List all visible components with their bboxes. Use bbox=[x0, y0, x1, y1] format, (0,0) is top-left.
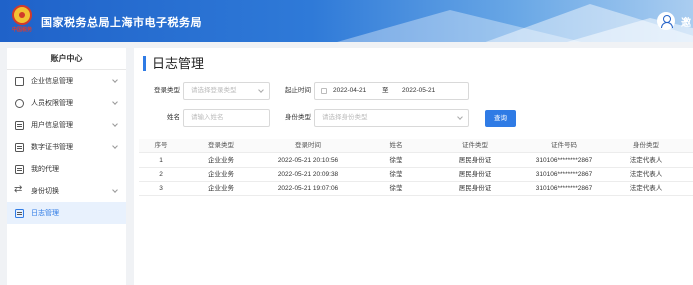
sidebar-item-certificates[interactable]: 数字证书管理 bbox=[7, 136, 126, 158]
calendar-icon bbox=[321, 88, 327, 94]
sidebar-item-label: 企业信息管理 bbox=[31, 78, 73, 85]
sidebar: 账户中心 企业信息管理 人员权限管理 用户信息管理 数字证书管理 我的代理 身份… bbox=[7, 48, 126, 285]
table-cell: 徐莹 bbox=[389, 157, 403, 164]
logo-text: 中国税务 bbox=[11, 27, 32, 33]
identity-type-select[interactable]: 请选择身份类型 bbox=[314, 109, 469, 127]
table-cell: 2022-05-21 20:09:38 bbox=[277, 171, 339, 178]
login-type-placeholder: 请选择登录类型 bbox=[191, 87, 237, 94]
identity-type-label: 身份类型 bbox=[285, 114, 311, 121]
login-type-select[interactable]: 请选择登录类型 bbox=[183, 82, 270, 100]
user-name[interactable]: 邀 bbox=[681, 14, 691, 29]
table-cell: 法定代表人 bbox=[629, 157, 663, 164]
chevron-down-icon bbox=[258, 87, 264, 93]
table-cell: 3 bbox=[159, 185, 163, 192]
tax-emblem-logo: 中国税务 bbox=[9, 5, 35, 33]
login-type-label: 登录类型 bbox=[154, 87, 180, 94]
table-cell: 2022-05-21 19:07:06 bbox=[277, 185, 339, 192]
time-range-label: 起止时间 bbox=[285, 87, 311, 94]
certificate-icon bbox=[15, 142, 24, 152]
table-cell: 居民身份证 bbox=[458, 185, 492, 192]
table-cell: 法定代表人 bbox=[629, 171, 663, 178]
building-icon bbox=[15, 76, 24, 86]
name-placeholder: 请输入姓名 bbox=[191, 114, 224, 121]
sidebar-item-user-info[interactable]: 用户信息管理 bbox=[7, 114, 126, 136]
column-header: 序号 bbox=[154, 142, 168, 149]
chevron-down-icon bbox=[457, 114, 463, 120]
column-header: 证件类型 bbox=[462, 142, 488, 149]
table-cell: 310106********2867 bbox=[535, 171, 593, 178]
query-button[interactable]: 查询 bbox=[485, 110, 516, 127]
switch-icon bbox=[14, 184, 24, 196]
table-cell: 居民身份证 bbox=[458, 171, 492, 178]
main-panel: 日志管理 登录类型 请选择登录类型 起止时间 2022-04-21 至 2022… bbox=[134, 48, 693, 285]
column-header: 登录时间 bbox=[295, 142, 321, 149]
table-cell: 法定代表人 bbox=[629, 185, 663, 192]
sidebar-item-enterprise-info[interactable]: 企业信息管理 bbox=[7, 70, 126, 92]
name-input[interactable]: 请输入姓名 bbox=[183, 109, 270, 127]
table-row[interactable]: 1 企业业务 2022-05-21 20:10:56 徐莹 居民身份证 3101… bbox=[139, 154, 693, 168]
sidebar-item-label: 数字证书管理 bbox=[31, 144, 73, 151]
table-cell: 1 bbox=[159, 157, 163, 164]
date-range-picker[interactable]: 2022-04-21 至 2022-05-21 bbox=[314, 82, 469, 100]
table-cell: 310106********2867 bbox=[535, 185, 593, 192]
log-icon bbox=[15, 208, 24, 218]
chevron-down-icon bbox=[112, 77, 118, 83]
table-row[interactable]: 3 企业业务 2022-05-21 19:07:06 徐莹 居民身份证 3101… bbox=[139, 182, 693, 196]
user-menu[interactable]: 邀 bbox=[657, 11, 691, 31]
table-cell: 徐莹 bbox=[389, 185, 403, 192]
chevron-down-icon bbox=[112, 99, 118, 105]
sidebar-item-log-management[interactable]: 日志管理 bbox=[7, 202, 126, 224]
table-cell: 企业业务 bbox=[208, 185, 234, 192]
identity-type-placeholder: 请选择身份类型 bbox=[322, 114, 368, 121]
top-banner: 中国税务 国家税务总局上海市电子税务局 邀 bbox=[0, 0, 693, 42]
site-title: 国家税务总局上海市电子税务局 bbox=[41, 17, 202, 29]
date-end[interactable]: 2022-05-21 bbox=[402, 83, 435, 99]
column-header: 身份类型 bbox=[633, 142, 659, 149]
column-header: 姓名 bbox=[389, 142, 403, 149]
table-header: 序号 登录类型 登录时间 姓名 证件类型 证件号码 身份类型 bbox=[139, 139, 693, 153]
user-avatar-icon[interactable] bbox=[657, 12, 675, 30]
sidebar-item-identity-switch[interactable]: 身份切换 bbox=[7, 180, 126, 202]
column-header: 登录类型 bbox=[208, 142, 234, 149]
table-cell: 居民身份证 bbox=[458, 157, 492, 164]
agent-icon bbox=[15, 164, 24, 174]
table-cell: 企业业务 bbox=[208, 157, 234, 164]
table-cell: 310106********2867 bbox=[535, 157, 593, 164]
date-start[interactable]: 2022-04-21 bbox=[333, 83, 366, 99]
name-label: 姓名 bbox=[167, 114, 180, 121]
sidebar-item-label: 用户信息管理 bbox=[31, 122, 73, 129]
sidebar-item-my-agent[interactable]: 我的代理 bbox=[7, 158, 126, 180]
sidebar-item-permissions[interactable]: 人员权限管理 bbox=[7, 92, 126, 114]
chevron-down-icon bbox=[112, 187, 118, 193]
sidebar-item-label: 日志管理 bbox=[31, 210, 59, 217]
sidebar-title: 账户中心 bbox=[7, 48, 126, 70]
sidebar-item-label: 身份切换 bbox=[31, 188, 59, 195]
column-header: 证件号码 bbox=[551, 142, 577, 149]
chevron-down-icon bbox=[112, 121, 118, 127]
table-cell: 2022-05-21 20:10:56 bbox=[277, 157, 339, 164]
table-row[interactable]: 2 企业业务 2022-05-21 20:09:38 徐莹 居民身份证 3101… bbox=[139, 168, 693, 182]
page-title: 日志管理 bbox=[143, 56, 204, 71]
table-cell: 徐莹 bbox=[389, 171, 403, 178]
table-cell: 2 bbox=[159, 171, 163, 178]
user-lock-icon bbox=[15, 98, 24, 108]
sidebar-item-label: 人员权限管理 bbox=[31, 100, 73, 107]
emblem-icon bbox=[12, 5, 32, 25]
sidebar-item-label: 我的代理 bbox=[31, 166, 59, 173]
table-cell: 企业业务 bbox=[208, 171, 234, 178]
id-card-icon bbox=[15, 120, 24, 130]
date-separator: 至 bbox=[382, 87, 389, 94]
chevron-down-icon bbox=[112, 143, 118, 149]
